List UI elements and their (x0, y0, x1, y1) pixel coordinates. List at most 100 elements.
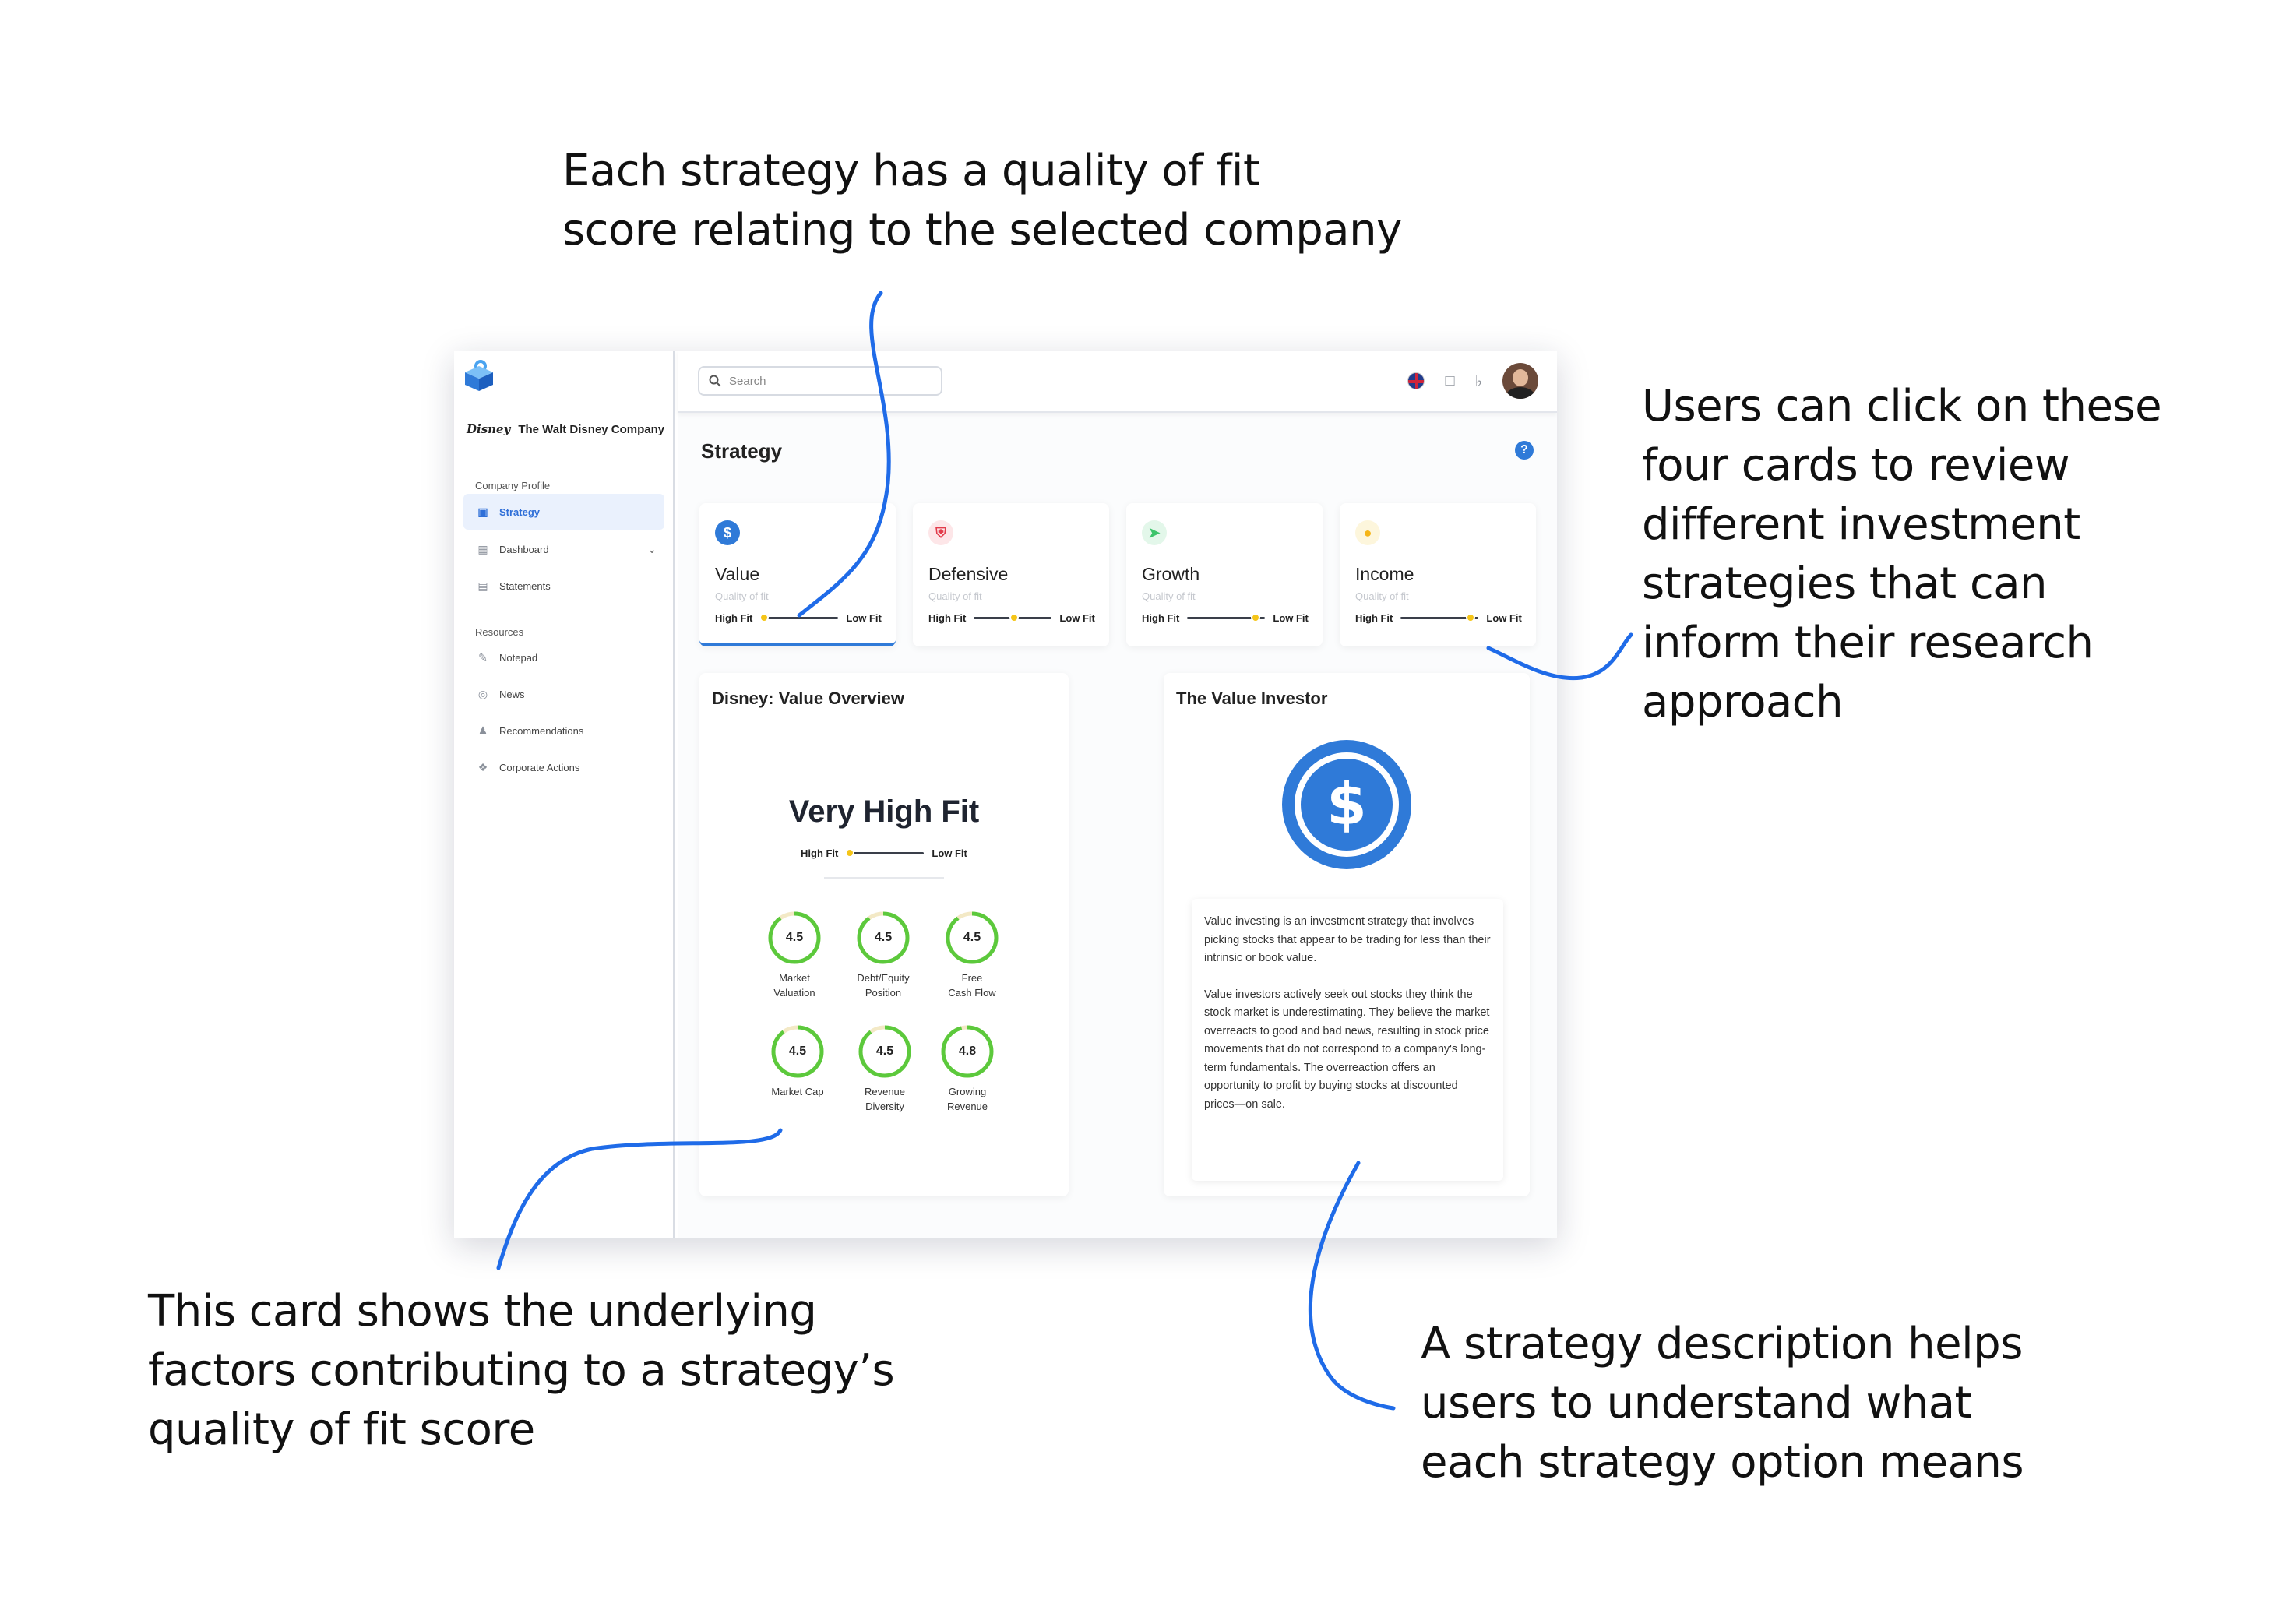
search-icon (709, 375, 721, 387)
low-fit-label: Low Fit (1059, 612, 1095, 624)
quality-of-fit-label: Quality of fit (1142, 590, 1196, 602)
annotation-line: users to understand what (1421, 1378, 1972, 1428)
app-window: Disney The Walt Disney Company Company P… (454, 351, 1557, 1238)
chat-icon[interactable]: □ (1445, 372, 1454, 390)
strategy-card-value[interactable]: $ Value Quality of fit High Fit Low Fit (699, 503, 896, 646)
annotation-line: This card shows the underlying (148, 1286, 817, 1337)
description-paragraph: Value investors actively seek out stocks… (1204, 988, 1490, 1111)
annotation-top: Each strategy has a quality of fit score… (562, 142, 1402, 260)
fit-indicator (1466, 613, 1476, 622)
fit-track (1400, 613, 1479, 622)
person-icon: ♟ (477, 724, 488, 737)
sidebar-item-news[interactable]: ◎ News (463, 676, 664, 712)
sidebar-item-dashboard[interactable]: ▦ Dashboard ⌄ (463, 531, 664, 567)
dollar-icon: $ (715, 520, 740, 545)
strategy-name: Defensive (928, 564, 1009, 584)
fit-indicator (759, 613, 770, 622)
sidebar-item-corporate-actions[interactable]: ❖ Corporate Actions (463, 749, 664, 785)
score-value: 4.5 (874, 931, 893, 944)
help-icon[interactable]: ? (1515, 441, 1534, 460)
high-fit-label: High Fit (801, 847, 839, 859)
fit-scale: High Fit Low Fit (715, 612, 882, 624)
search-input[interactable]: Search (698, 366, 942, 396)
bell-icon[interactable]: ♭ (1475, 372, 1482, 391)
factor-label: Market Cap (771, 1086, 824, 1097)
sidebar-item-strategy[interactable]: ▣ Strategy (463, 494, 664, 530)
factor-debt-equity-position[interactable]: 4.5 Debt/Equity Position (833, 910, 934, 1000)
annotation-line: Each strategy has a quality of fit (562, 146, 1260, 196)
score-ring: 4.5 (770, 1023, 826, 1080)
quality-of-fit-label: Quality of fit (715, 590, 769, 602)
score-value: 4.5 (963, 931, 981, 944)
fit-track (759, 613, 839, 622)
low-fit-label: Low Fit (932, 847, 967, 859)
strategy-description: Value investing is an investment strateg… (1192, 899, 1503, 1181)
factor-label: Market Valuation (773, 972, 815, 999)
strategy-card-income[interactable]: ● Income Quality of fit High Fit Low Fit (1340, 503, 1536, 646)
notepad-icon: ✎ (478, 650, 488, 664)
fit-scale: High Fit Low Fit (801, 847, 967, 859)
score-value: 4.5 (785, 931, 804, 944)
strategy-name: Growth (1142, 564, 1200, 584)
fit-indicator (1009, 613, 1020, 622)
company-name: The Walt Disney Company (518, 422, 665, 436)
score-ring: 4.8 (939, 1023, 995, 1080)
statements-icon: ▤ (477, 579, 488, 592)
quality-of-fit-label: Quality of fit (1355, 590, 1409, 602)
sidebar-item-label: Strategy (499, 506, 541, 518)
strategy-card-defensive[interactable]: ⛨ Defensive Quality of fit High Fit Low … (913, 503, 1109, 646)
sidebar-item-notepad[interactable]: ✎ Notepad (463, 639, 664, 675)
fit-scale: High Fit Low Fit (1142, 612, 1309, 624)
topbar-icons: □ ♭ (1407, 363, 1538, 399)
uk-flag-icon[interactable] (1407, 372, 1425, 389)
factor-label: Free Cash Flow (948, 972, 996, 999)
sidebar-item-statements[interactable]: ▤ Statements (463, 568, 664, 604)
factor-market-cap[interactable]: 4.5 Market Cap (747, 1023, 848, 1099)
factor-growing-revenue[interactable]: 4.8 Growing Revenue (917, 1023, 1018, 1114)
app-logo-icon (465, 360, 493, 391)
stage: Each strategy has a quality of fit score… (0, 0, 2272, 1624)
strategy-card-growth[interactable]: ➤ Growth Quality of fit High Fit Low Fit (1126, 503, 1323, 646)
factor-market-valuation[interactable]: 4.5 Market Valuation (744, 910, 845, 1000)
high-fit-label: High Fit (715, 612, 753, 624)
annotation-line: strategies that can (1642, 558, 2048, 609)
strategy-name: Value (715, 564, 760, 584)
fit-track (974, 613, 1052, 622)
topbar: Search □ ♭ (678, 351, 1557, 413)
annotation-line: score relating to the selected company (562, 205, 1402, 255)
annotation-line: different investment (1642, 499, 2080, 550)
score-ring: 4.5 (857, 1023, 913, 1080)
fit-indicator (1251, 613, 1261, 622)
score-value: 4.5 (875, 1045, 894, 1058)
divider (824, 877, 944, 879)
score-ring: 4.5 (855, 910, 911, 966)
page-title: Strategy (701, 439, 783, 463)
high-fit-label: High Fit (1142, 612, 1180, 624)
sidebar-item-recommendations[interactable]: ♟ Recommendations (463, 713, 664, 749)
annotation-bottom-left: This card shows the underlying factors c… (148, 1282, 895, 1460)
section-company-profile: Company Profile (475, 480, 551, 491)
piggy-bank-icon: ● (1355, 520, 1380, 545)
score-ring: 4.5 (766, 910, 822, 966)
chevron-down-icon[interactable]: ⌄ (647, 543, 657, 556)
factor-free-cash-flow[interactable]: 4.5 Free Cash Flow (921, 910, 1023, 1000)
strategy-icon: ▣ (477, 505, 488, 518)
annotation-line: quality of fit score (148, 1404, 535, 1455)
avatar[interactable] (1502, 363, 1538, 399)
dollar-icon: $ (1282, 740, 1411, 869)
low-fit-label: Low Fit (1273, 612, 1309, 624)
sidebar-item-label: Corporate Actions (499, 761, 580, 773)
annotation-line: Users can click on these (1642, 381, 2162, 432)
score-value: 4.8 (958, 1045, 977, 1058)
sidebar-item-label: News (499, 688, 525, 700)
main-content: Search □ ♭ Strategy ? $ Value Quality of… (678, 351, 1557, 1238)
fit-rating: Very High Fit (788, 794, 980, 829)
value-investor-card: The Value Investor $ Value investing is … (1164, 673, 1530, 1196)
handshake-icon: ❖ (477, 760, 488, 773)
company-logo: Disney (467, 422, 511, 436)
company-header[interactable]: Disney The Walt Disney Company (467, 422, 664, 436)
fit-scale: High Fit Low Fit (1355, 612, 1522, 624)
sidebar-item-label: Dashboard (499, 543, 549, 555)
sidebar-item-label: Notepad (499, 651, 538, 664)
fit-track (845, 848, 925, 858)
